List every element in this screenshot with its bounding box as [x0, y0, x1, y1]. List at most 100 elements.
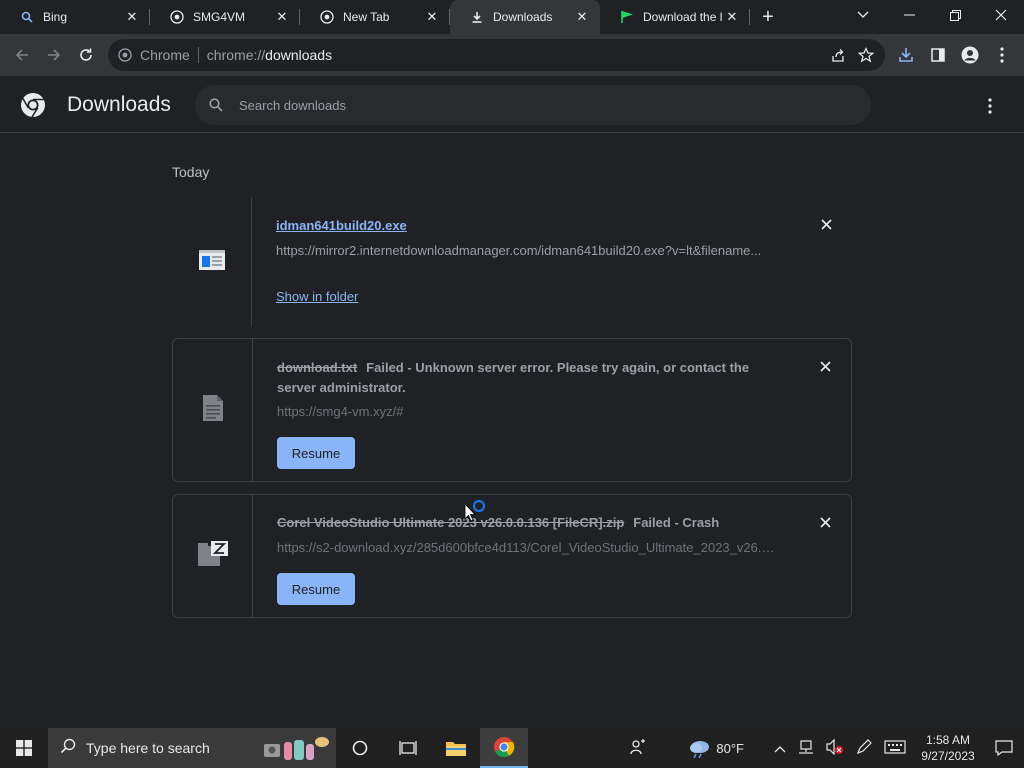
bing-search-icon — [20, 10, 34, 24]
new-tab-button[interactable]: + — [750, 0, 786, 34]
tab-close-icon[interactable]: ✕ — [424, 9, 440, 25]
address-bar[interactable]: Chrome chrome://downloads — [108, 39, 885, 71]
restore-icon[interactable] — [932, 0, 978, 30]
search-icon — [207, 96, 225, 114]
file-name-link[interactable]: idman641build20.exe — [276, 218, 407, 233]
remove-item-icon[interactable] — [817, 514, 833, 530]
side-panel-icon[interactable] — [922, 39, 954, 71]
download-item-body: Corel VideoStudio Ultimate 2023 v26.0.0.… — [253, 495, 851, 617]
chrome-icon — [118, 48, 132, 62]
tab-download-the[interactable]: Download the l ✕ — [600, 0, 750, 34]
url-scheme: chrome:// — [206, 47, 266, 63]
show-in-folder-link[interactable]: Show in folder — [276, 289, 358, 304]
download-url: https://s2-download.xyz/285d600bfce4d113… — [277, 540, 777, 555]
window-controls — [840, 0, 1024, 34]
browser-menu-icon[interactable] — [986, 39, 1018, 71]
downloads-toolbar-icon[interactable] — [890, 39, 922, 71]
clock-date: 9/27/2023 — [921, 749, 975, 763]
exe-file-icon — [198, 249, 226, 276]
omnibox-divider — [197, 47, 199, 63]
omnibox-actions — [829, 46, 875, 64]
security-chip-label: Chrome — [140, 47, 190, 63]
tab-title: New Tab — [343, 10, 390, 24]
tray-chevron-up-icon[interactable] — [768, 741, 792, 756]
system-tray: 80°F 1:58 AM 9/27/2023 — [624, 728, 1024, 768]
clock-time: 1:58 AM — [925, 733, 971, 747]
volume-muted-icon[interactable] — [820, 738, 850, 758]
download-status: Failed - Crash — [633, 515, 720, 530]
network-icon[interactable] — [792, 739, 820, 757]
tab-separator — [749, 9, 750, 25]
weather-temperature: 80°F — [716, 740, 744, 756]
back-button[interactable] — [6, 39, 38, 71]
downloads-header: Downloads — [0, 76, 1024, 133]
page-title: Downloads — [67, 93, 171, 116]
touch-keyboard-icon[interactable] — [878, 739, 912, 757]
tab-title: SMG4VM — [193, 10, 246, 24]
tab-smg4vm[interactable]: SMG4VM ✕ — [150, 0, 300, 34]
tab-search-chevron-icon[interactable] — [840, 0, 886, 30]
tab-strip: Bing ✕ SMG4VM ✕ New Tab ✕ Downloads ✕ Do… — [0, 0, 1024, 34]
flag-icon — [620, 10, 634, 24]
chrome-icon — [320, 10, 334, 24]
globe-icon — [170, 10, 184, 24]
download-icon — [470, 10, 484, 24]
toolbar-right — [890, 39, 1018, 71]
resume-button[interactable]: Resume — [277, 573, 355, 605]
tab-title: Download the l — [643, 10, 723, 24]
weather-cloud-icon[interactable]: 80°F — [682, 738, 750, 758]
more-actions-icon[interactable] — [978, 94, 1002, 118]
windows-taskbar: Type here to search 80°F 1:58 AM 9/27/20… — [0, 728, 1024, 768]
zip-file-icon — [197, 540, 229, 573]
task-view-icon[interactable] — [384, 728, 432, 768]
file-name: Corel VideoStudio Ultimate 2023 v26.0.0.… — [277, 515, 625, 530]
file-icon-column — [172, 197, 252, 327]
download-item-body: download.txt Failed - Unknown server erro… — [253, 339, 851, 481]
people-icon[interactable] — [624, 738, 652, 758]
file-icon-column — [173, 495, 253, 617]
share-icon[interactable] — [829, 46, 847, 64]
tab-new-tab[interactable]: New Tab ✕ — [300, 0, 450, 34]
tab-downloads[interactable]: Downloads ✕ — [450, 0, 600, 34]
tab-bing[interactable]: Bing ✕ — [0, 0, 150, 34]
bookmark-star-icon[interactable] — [857, 46, 875, 64]
chrome-logo-icon — [20, 92, 46, 118]
chrome-taskbar-icon[interactable] — [480, 728, 528, 768]
remove-item-icon[interactable] — [817, 358, 833, 374]
reload-button[interactable] — [70, 39, 102, 71]
cortana-icon[interactable] — [336, 728, 384, 768]
profile-avatar-icon[interactable] — [954, 39, 986, 71]
tab-close-icon[interactable]: ✕ — [124, 9, 140, 25]
search-input[interactable] — [239, 97, 839, 113]
date-section-label: Today — [172, 164, 210, 180]
search-downloads-box[interactable] — [195, 85, 871, 125]
windows-start-icon[interactable] — [0, 728, 48, 768]
tab-title: Bing — [43, 10, 68, 24]
forward-button[interactable] — [38, 39, 70, 71]
resume-button[interactable]: Resume — [277, 437, 355, 469]
close-window-icon[interactable] — [978, 0, 1024, 30]
taskbar-clock[interactable]: 1:58 AM 9/27/2023 — [912, 732, 984, 764]
file-explorer-icon[interactable] — [432, 728, 480, 768]
download-item: Corel VideoStudio Ultimate 2023 v26.0.0.… — [172, 494, 852, 618]
tab-close-icon[interactable]: ✕ — [724, 9, 740, 25]
url-path: downloads — [265, 47, 333, 63]
notification-center-icon[interactable] — [984, 740, 1024, 756]
taskbar-search-box[interactable]: Type here to search — [48, 728, 336, 768]
minimize-icon[interactable] — [886, 0, 932, 30]
download-item: download.txt Failed - Unknown server erro… — [172, 338, 852, 482]
tab-title: Downloads — [493, 10, 553, 24]
remove-item-icon[interactable] — [818, 216, 834, 232]
text-file-icon — [202, 394, 224, 427]
tab-close-icon[interactable]: ✕ — [574, 9, 590, 25]
download-url: https://smg4-vm.xyz/# — [277, 404, 404, 419]
download-url: https://mirror2.internetdownloadmanager.… — [276, 243, 762, 258]
search-highlight-image-icon — [260, 734, 330, 765]
download-item-body: idman641build20.exe https://mirror2.inte… — [252, 197, 852, 327]
pen-ink-icon[interactable] — [850, 738, 878, 758]
taskbar-search-placeholder: Type here to search — [86, 740, 210, 756]
search-icon — [60, 738, 76, 759]
browser-toolbar: Chrome chrome://downloads — [0, 34, 1024, 76]
file-icon-column — [173, 339, 253, 481]
tab-close-icon[interactable]: ✕ — [274, 9, 290, 25]
